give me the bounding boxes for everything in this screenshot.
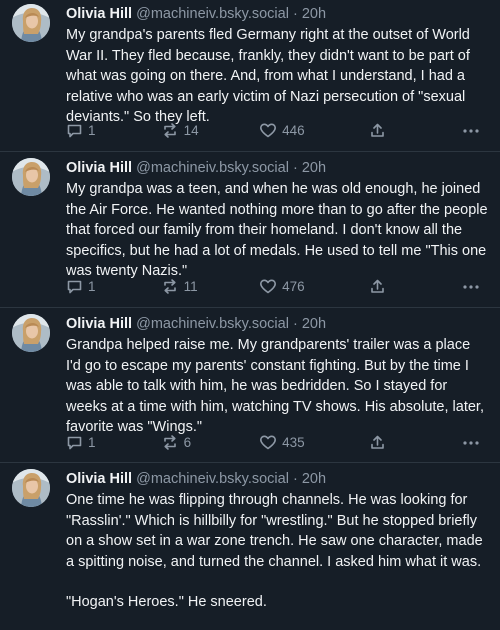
- post-actions: 1 11 476: [66, 278, 486, 295]
- post-text: One time he was flipping through channel…: [66, 490, 488, 613]
- separator-dot: ·: [292, 316, 298, 332]
- post-header: Olivia Hill @machineiv.bsky.social · 20h: [66, 469, 488, 489]
- avatar[interactable]: [12, 158, 50, 196]
- post-paragraph: One time he was flipping through channel…: [66, 492, 483, 570]
- repost-count: 11: [183, 279, 198, 294]
- post-paragraph: My grandpa was a teen, and when he was o…: [66, 181, 488, 279]
- post-actions: 1 14 446: [66, 122, 486, 139]
- author-name[interactable]: Olivia Hill: [66, 6, 132, 22]
- avatar[interactable]: [12, 4, 50, 42]
- post-header: Olivia Hill @machineiv.bsky.social · 20h: [66, 4, 488, 24]
- repost-button[interactable]: 11: [161, 278, 260, 295]
- reply-button[interactable]: 1: [66, 434, 161, 451]
- post-actions: 1 6 435: [66, 434, 486, 451]
- post-paragraph: My grandpa's parents fled Germany right …: [66, 27, 470, 125]
- repost-button[interactable]: 6: [161, 434, 260, 451]
- author-name[interactable]: Olivia Hill: [66, 160, 132, 176]
- share-upload-icon: [369, 278, 386, 295]
- more-dots-icon: [462, 284, 480, 290]
- reply-count: 1: [88, 123, 96, 138]
- reply-button[interactable]: 1: [66, 278, 161, 295]
- more-options-button[interactable]: [462, 284, 480, 290]
- share-upload-icon: [369, 434, 386, 451]
- like-count: 446: [282, 123, 305, 138]
- avatar[interactable]: [12, 314, 50, 352]
- like-button[interactable]: 446: [259, 122, 369, 139]
- post-timestamp[interactable]: 20h: [302, 6, 326, 22]
- share-button[interactable]: [369, 278, 462, 295]
- author-handle[interactable]: @machineiv.bsky.social: [136, 160, 289, 176]
- post[interactable]: Olivia Hill @machineiv.bsky.social · 20h…: [0, 152, 500, 308]
- like-button[interactable]: 435: [259, 434, 369, 451]
- post[interactable]: Olivia Hill @machineiv.bsky.social · 20h…: [0, 463, 500, 630]
- author-handle[interactable]: @machineiv.bsky.social: [136, 6, 289, 22]
- reply-button[interactable]: 1: [66, 122, 161, 139]
- reply-count: 1: [88, 279, 96, 294]
- post-paragraph: Grandpa helped raise me. My grandparents…: [66, 337, 484, 435]
- post-paragraph: "Hogan's Heroes." He sneered.: [66, 594, 267, 610]
- reply-bubble-icon: [66, 278, 83, 295]
- separator-dot: ·: [292, 160, 298, 176]
- reply-bubble-icon: [66, 434, 83, 451]
- post[interactable]: Olivia Hill @machineiv.bsky.social · 20h…: [0, 0, 500, 152]
- post-header: Olivia Hill @machineiv.bsky.social · 20h: [66, 158, 488, 178]
- more-dots-icon: [462, 128, 480, 134]
- post-timestamp[interactable]: 20h: [302, 160, 326, 176]
- more-dots-icon: [462, 440, 480, 446]
- avatar[interactable]: [12, 469, 50, 507]
- thread-feed: Olivia Hill @machineiv.bsky.social · 20h…: [0, 0, 500, 630]
- post-text: My grandpa was a teen, and when he was o…: [66, 179, 488, 282]
- author-handle[interactable]: @machineiv.bsky.social: [136, 471, 289, 487]
- share-button[interactable]: [369, 122, 462, 139]
- author-name[interactable]: Olivia Hill: [66, 316, 132, 332]
- like-count: 435: [282, 435, 305, 450]
- heart-icon: [259, 278, 277, 295]
- author-name[interactable]: Olivia Hill: [66, 471, 132, 487]
- separator-dot: ·: [292, 6, 298, 22]
- post[interactable]: Olivia Hill @machineiv.bsky.social · 20h…: [0, 308, 500, 463]
- post-timestamp[interactable]: 20h: [302, 471, 326, 487]
- more-options-button[interactable]: [462, 128, 480, 134]
- author-handle[interactable]: @machineiv.bsky.social: [136, 316, 289, 332]
- like-count: 476: [282, 279, 305, 294]
- more-options-button[interactable]: [462, 440, 480, 446]
- like-button[interactable]: 476: [259, 278, 369, 295]
- share-upload-icon: [369, 122, 386, 139]
- separator-dot: ·: [292, 471, 298, 487]
- share-button[interactable]: [369, 434, 462, 451]
- repost-arrows-icon: [161, 278, 179, 295]
- post-header: Olivia Hill @machineiv.bsky.social · 20h: [66, 314, 488, 334]
- repost-count: 14: [183, 123, 199, 138]
- repost-button[interactable]: 14: [161, 122, 260, 139]
- post-text: Grandpa helped raise me. My grandparents…: [66, 335, 488, 438]
- reply-bubble-icon: [66, 122, 83, 139]
- heart-icon: [259, 122, 277, 139]
- heart-icon: [259, 434, 277, 451]
- post-text: My grandpa's parents fled Germany right …: [66, 25, 488, 128]
- post-timestamp[interactable]: 20h: [302, 316, 326, 332]
- reply-count: 1: [88, 435, 96, 450]
- repost-arrows-icon: [161, 434, 179, 451]
- repost-arrows-icon: [161, 122, 179, 139]
- repost-count: 6: [183, 435, 192, 450]
